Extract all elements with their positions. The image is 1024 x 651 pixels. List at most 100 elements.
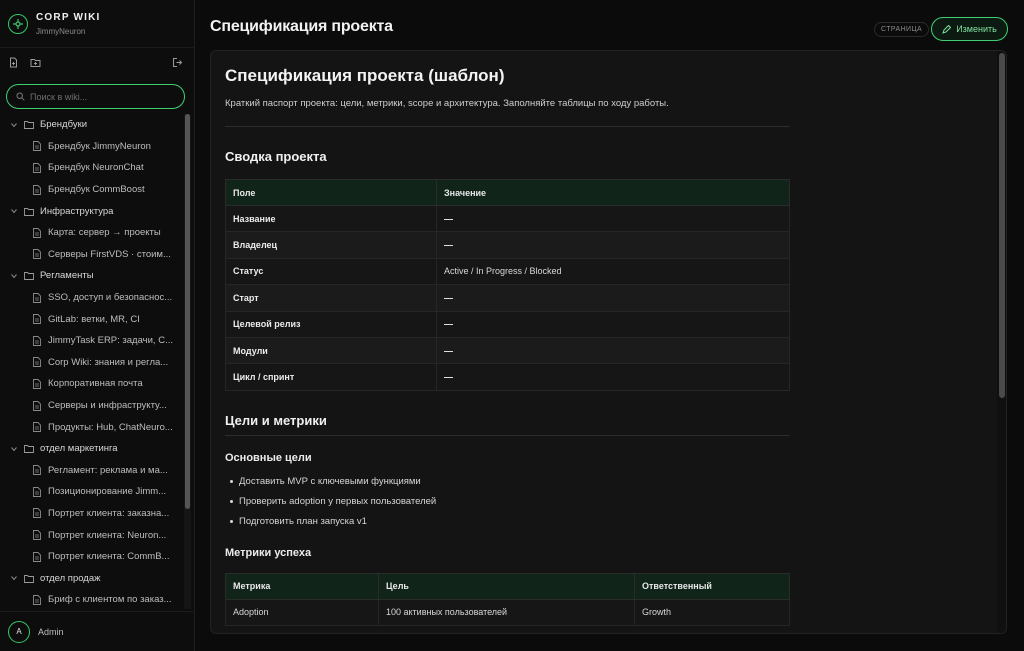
search-field[interactable] (6, 84, 185, 109)
app-window: CORP WIKI JimmyNeuron Брендбуки Брендбук … (0, 0, 1024, 651)
folder-icon (24, 574, 34, 583)
page-icon (33, 357, 41, 368)
sidebar-page-item[interactable]: Бриф с клиентом по заказ... (0, 589, 181, 610)
sidebar-page-item[interactable]: Портрет клиента: CommB... (0, 546, 181, 568)
edit-button-label: Изменить (956, 24, 997, 34)
page-icon (33, 530, 41, 541)
new-folder-icon[interactable] (28, 55, 42, 69)
page-icon (33, 508, 41, 519)
table-row: Старт — (225, 284, 790, 312)
list-item: Подготовить план запуска v1 (230, 516, 790, 536)
sidebar-page-item[interactable]: JimmyTask ERP: задачи, С... (0, 330, 181, 352)
search-input[interactable] (30, 91, 170, 102)
table-cell: — (436, 231, 790, 259)
sidebar-page-label: Серверы и инфраструкту... (48, 400, 167, 412)
sidebar-page-item[interactable]: Серверы FirstVDS · стоим... (0, 244, 181, 266)
table-cell: Название (225, 204, 437, 233)
sidebar-folder-label: Инфраструктура (40, 205, 114, 217)
page-icon (33, 486, 41, 497)
page-type-badge: СТРАНИЦА (874, 22, 930, 37)
folder-icon (24, 271, 34, 281)
sidebar-page-item[interactable]: Корпоративная почта (0, 373, 181, 395)
sidebar-page-label: SSO, доступ и безопаснос... (48, 292, 173, 304)
table-row: Название — (225, 204, 790, 233)
table-cell: Adoption (225, 598, 379, 627)
sidebar-page-label: Регламент: реклама и ма... (48, 464, 168, 476)
table-cell: Active / In Progress / Blocked (436, 257, 790, 286)
sidebar-page-label: Позиционирование Jimm... (48, 486, 167, 498)
table-cell: — (436, 310, 790, 338)
page-icon (33, 184, 41, 195)
sidebar-page-label: Серверы FirstVDS · стоим... (48, 248, 171, 260)
sidebar-page-item[interactable]: Портрет клиента: Neuron... (0, 524, 181, 546)
sidebar-page-label: Портрет клиента: Neuron... (48, 529, 167, 541)
logout-icon[interactable] (170, 55, 184, 69)
topbar: Спецификация проекта СТРАНИЦА Изменить (195, 0, 1024, 50)
table-row: Владелец — (225, 231, 790, 259)
metrics-heading: Метрики успеха (225, 546, 312, 559)
sidebar-page-label: Продукты: Hub, ChatNeuro... (48, 421, 173, 433)
sidebar-folder-label: Брендбуки (40, 119, 88, 131)
sidebar-page-item[interactable]: Брендбук CommBoost (0, 179, 181, 201)
sidebar-page-item[interactable]: Продукты: Hub, ChatNeuro... (0, 416, 181, 438)
sidebar-page-item[interactable]: Corp Wiki: знания и регла... (0, 352, 181, 374)
table-cell: Старт (225, 284, 437, 312)
sidebar-folder-label: отдел маркетинга (40, 443, 118, 455)
sidebar-folder-label: Регламенты (40, 270, 94, 282)
summary-table: Поле Значение Название — Владелец — Статус Act… (225, 179, 790, 391)
sidebar: CORP WIKI JimmyNeuron Брендбуки Брендбук … (0, 0, 195, 651)
sidebar-folder[interactable]: отдел маркетинга (0, 438, 181, 460)
new-page-icon[interactable] (6, 55, 20, 69)
page-icon (33, 422, 41, 433)
sidebar-page-item[interactable]: Портрет клиента: заказна... (0, 503, 181, 525)
brand[interactable]: CORP WIKI JimmyNeuron (0, 0, 194, 48)
page-icon (33, 141, 41, 152)
user-footer[interactable]: A Admin (0, 611, 195, 651)
sidebar-page-item[interactable]: SSO, доступ и безопаснос... (0, 287, 181, 309)
chevron-down-icon[interactable] (10, 445, 18, 453)
sidebar-page-item[interactable]: Регламент: реклама и ма... (0, 460, 181, 482)
sidebar-page-item[interactable]: Карта: сервер → проекты (0, 222, 181, 244)
sidebar-page-label: Corp Wiki: знания и регла... (48, 356, 169, 368)
sidebar-folder-label: отдел продаж (40, 572, 101, 584)
brand-title: CORP WIKI (36, 11, 101, 23)
table-cell: Статус (225, 257, 437, 286)
table-cell: Модули (225, 336, 437, 365)
search-icon (16, 92, 25, 101)
sidebar-folder[interactable]: Брендбуки (0, 114, 181, 136)
sidebar-page-item[interactable]: Позиционирование Jimm... (0, 481, 181, 503)
table-row: Adoption 100 активных пользователей Growth (225, 598, 790, 627)
chevron-down-icon[interactable] (10, 272, 18, 280)
content-scrollbar-thumb[interactable] (999, 53, 1005, 398)
main-area: Спецификация проекта СТРАНИЦА Изменить С… (195, 0, 1024, 651)
sidebar-page-item[interactable]: GitLab: ветки, MR, CI (0, 308, 181, 330)
sidebar-toolbar (0, 48, 194, 76)
document-heading: Спецификация проекта (шаблон) (225, 66, 505, 85)
content-scrollbar[interactable] (997, 51, 1006, 633)
sidebar-scrollbar-thumb[interactable] (185, 114, 190, 509)
sidebar-page-item[interactable]: Серверы и инфраструкту... (0, 395, 181, 417)
sidebar-page-label: Портрет клиента: CommB... (48, 551, 170, 563)
chevron-down-icon[interactable] (10, 121, 18, 129)
document-body: Спецификация проекта (шаблон) Краткий па… (225, 51, 790, 627)
table-header-cell: Значение (436, 179, 790, 206)
edit-button[interactable]: Изменить (931, 17, 1008, 41)
chevron-down-icon[interactable] (10, 574, 18, 582)
page-icon (33, 249, 41, 260)
brand-subtitle: JimmyNeuron (36, 26, 86, 36)
table-cell: — (436, 204, 790, 233)
sidebar-page-item[interactable]: Брендбук JimmyNeuron (0, 136, 181, 158)
sidebar-page-label: Корпоративная почта (48, 378, 143, 390)
chevron-down-icon[interactable] (10, 207, 18, 215)
page-tree: Брендбуки Брендбук JimmyNeuron Брендбук Ne… (0, 114, 181, 610)
avatar[interactable]: A (8, 620, 30, 643)
document-card: Спецификация проекта (шаблон) Краткий па… (210, 50, 1007, 634)
sidebar-page-item[interactable]: Брендбук NeuronChat (0, 157, 181, 179)
table-row: Целевой релиз — (225, 310, 790, 338)
sidebar-folder[interactable]: Регламенты (0, 265, 181, 287)
sidebar-folder[interactable]: отдел продаж (0, 567, 181, 589)
user-name: Admin (38, 626, 64, 637)
table-cell: Целевой релиз (225, 310, 437, 338)
sidebar-scrollbar[interactable] (184, 114, 191, 609)
sidebar-folder[interactable]: Инфраструктура (0, 200, 181, 222)
